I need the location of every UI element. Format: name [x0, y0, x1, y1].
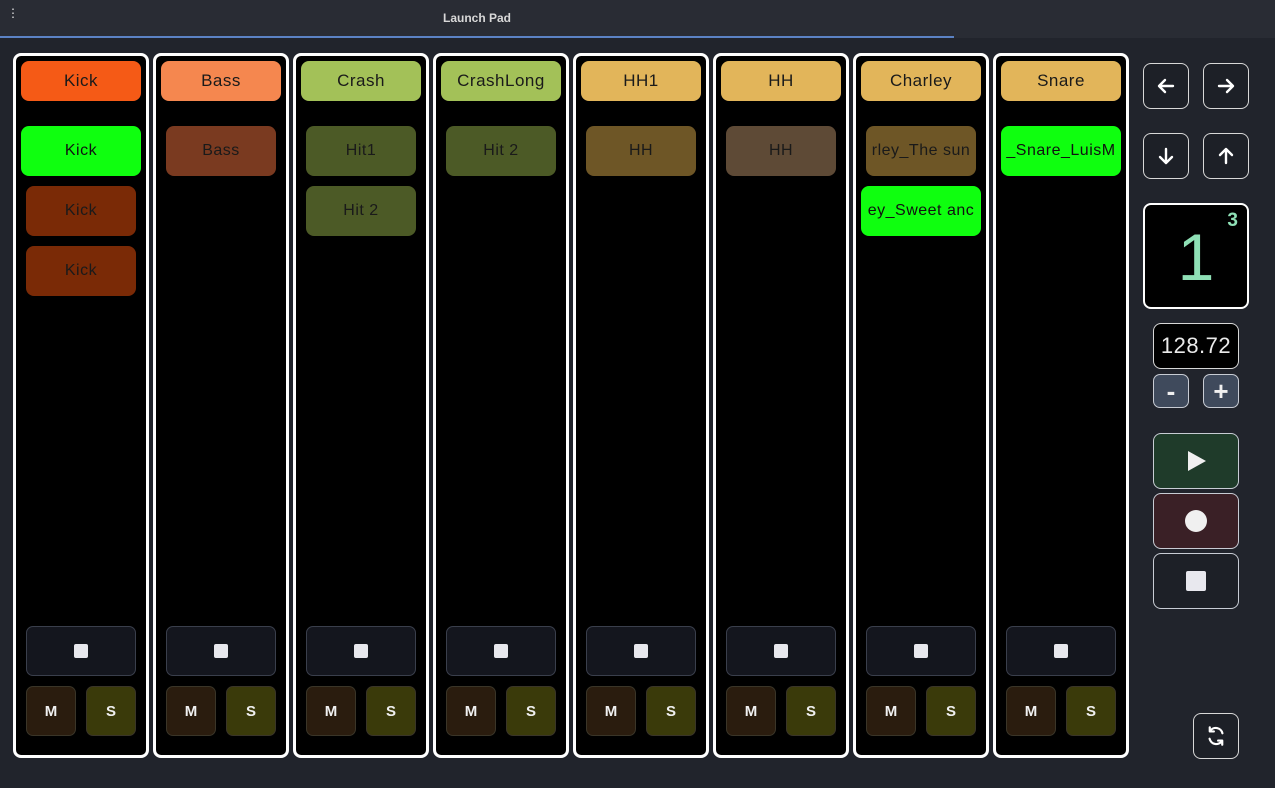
- solo-button[interactable]: S: [926, 686, 976, 736]
- stop-icon: [914, 644, 928, 658]
- clip-slot[interactable]: HH: [586, 126, 696, 176]
- track-name-button[interactable]: Snare: [1001, 61, 1121, 101]
- clip-label: Kick: [64, 202, 98, 219]
- scene-count: 3: [1227, 210, 1238, 231]
- track-name-button[interactable]: Crash: [301, 61, 421, 101]
- clip-slot[interactable]: Kick: [21, 126, 141, 176]
- track-column: Bass Bass M S: [153, 53, 289, 758]
- play-icon: [1188, 451, 1206, 471]
- stop-icon: [634, 644, 648, 658]
- app-title: Launch Pad: [442, 11, 511, 25]
- arrow-right-icon: [1217, 78, 1235, 94]
- solo-button[interactable]: S: [506, 686, 556, 736]
- track-stop-button[interactable]: [306, 626, 416, 676]
- mute-button[interactable]: M: [866, 686, 916, 736]
- track-stop-button[interactable]: [726, 626, 836, 676]
- arrow-up-icon: [1218, 147, 1234, 165]
- nav-right-button[interactable]: [1203, 63, 1249, 109]
- clip-label: Bass: [202, 142, 240, 159]
- clip-slot[interactable]: ey_Sweet anc: [861, 186, 981, 236]
- mute-button[interactable]: M: [306, 686, 356, 736]
- clip-slot[interactable]: rley_The sun: [866, 126, 976, 176]
- clip-label: ey_Sweet anc: [867, 202, 975, 219]
- clip-label: HH: [768, 142, 794, 159]
- track-stop-button[interactable]: [866, 626, 976, 676]
- clip-slot[interactable]: Bass: [166, 126, 276, 176]
- stop-icon: [354, 644, 368, 658]
- clip-slot[interactable]: Hit 2: [446, 126, 556, 176]
- clip-slot[interactable]: Kick: [26, 186, 136, 236]
- mute-button[interactable]: M: [726, 686, 776, 736]
- clip-slot[interactable]: Hit1: [306, 126, 416, 176]
- track-column: CrashLong Hit 2 MS: [433, 53, 569, 758]
- tempo-display[interactable]: 128.72: [1153, 323, 1239, 369]
- track-name-button[interactable]: HH: [721, 61, 841, 101]
- play-button[interactable]: [1153, 433, 1239, 489]
- nav-up-button[interactable]: [1203, 133, 1249, 179]
- clip-label: HH: [628, 142, 654, 159]
- nav-down-button[interactable]: [1143, 133, 1189, 179]
- track-stop-button[interactable]: [446, 626, 556, 676]
- solo-button[interactable]: S: [1066, 686, 1116, 736]
- track-column: HH1 HH M S: [573, 53, 709, 758]
- clip-label: Hit 2: [483, 142, 519, 159]
- track-stop-button[interactable]: [26, 626, 136, 676]
- track-name-button[interactable]: Bass: [161, 61, 281, 101]
- track-column: Charley rley_The sun ey_Sweet anc M S: [853, 53, 989, 758]
- track-column: Kick Kick Kick Kick M S: [13, 53, 149, 758]
- stop-all-button[interactable]: [1153, 553, 1239, 609]
- tempo-decrease-button[interactable]: -: [1153, 374, 1189, 408]
- mute-button[interactable]: M: [446, 686, 496, 736]
- solo-button[interactable]: S: [86, 686, 136, 736]
- track-stop-button[interactable]: [586, 626, 696, 676]
- clip-slot[interactable]: Hit 2: [306, 186, 416, 236]
- clip-label: _Snare_LuisM: [1006, 142, 1116, 159]
- track-name-button[interactable]: HH1: [581, 61, 701, 101]
- mute-button[interactable]: M: [166, 686, 216, 736]
- mute-button[interactable]: M: [1006, 686, 1056, 736]
- clip-label: rley_The sun: [871, 142, 971, 159]
- scene-display: 1 3: [1143, 203, 1249, 309]
- arrow-down-icon: [1158, 147, 1174, 165]
- tempo-increase-button[interactable]: +: [1203, 374, 1239, 408]
- stop-icon: [74, 644, 88, 658]
- title-bar: ⋮ Launch Pad: [0, 0, 1275, 38]
- clip-slot[interactable]: Kick: [26, 246, 136, 296]
- refresh-button[interactable]: [1193, 713, 1239, 759]
- mute-button[interactable]: M: [586, 686, 636, 736]
- clip-label: Hit 2: [343, 202, 379, 219]
- app-tab[interactable]: Launch Pad: [0, 0, 954, 38]
- clip-label: Kick: [64, 142, 98, 159]
- solo-button[interactable]: S: [646, 686, 696, 736]
- solo-button[interactable]: S: [786, 686, 836, 736]
- track-stop-button[interactable]: [166, 626, 276, 676]
- stop-icon: [1054, 644, 1068, 658]
- track-name-button[interactable]: Charley: [861, 61, 981, 101]
- track-column: Snare _Snare_LuisM M S: [993, 53, 1129, 758]
- solo-button[interactable]: S: [226, 686, 276, 736]
- track-name-button[interactable]: Kick: [21, 61, 141, 101]
- track-column: Crash Hit1 Hit 2 MS: [293, 53, 429, 758]
- solo-button[interactable]: S: [366, 686, 416, 736]
- clip-label: Kick: [64, 262, 98, 279]
- refresh-icon: [1208, 726, 1224, 746]
- clip-slot[interactable]: HH: [726, 126, 836, 176]
- mute-button[interactable]: M: [26, 686, 76, 736]
- track-name-button[interactable]: CrashLong: [441, 61, 561, 101]
- record-icon: [1185, 510, 1207, 532]
- arrow-left-icon: [1157, 78, 1175, 94]
- stop-icon: [494, 644, 508, 658]
- clip-slot[interactable]: _Snare_LuisM: [1001, 126, 1121, 176]
- record-button[interactable]: [1153, 493, 1239, 549]
- track-stop-button[interactable]: [1006, 626, 1116, 676]
- stop-icon: [1186, 571, 1206, 591]
- track-column: HH HH M S: [713, 53, 849, 758]
- stop-icon: [774, 644, 788, 658]
- nav-left-button[interactable]: [1143, 63, 1189, 109]
- stop-icon: [214, 644, 228, 658]
- clip-label: Hit1: [345, 142, 377, 159]
